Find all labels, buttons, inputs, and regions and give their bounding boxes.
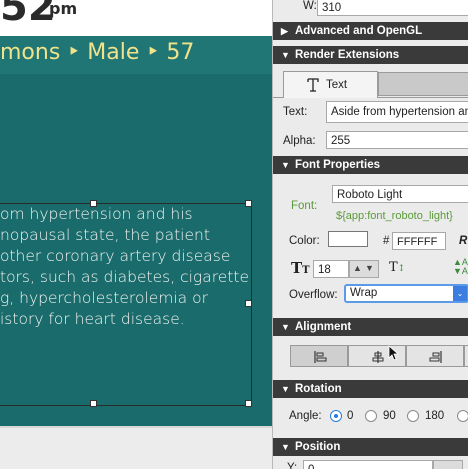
angle-radio-270[interactable]: [457, 410, 468, 422]
align-extra-button[interactable]: [464, 345, 468, 367]
font-select[interactable]: Roboto Light: [332, 185, 468, 203]
section-advanced-opengl[interactable]: ▶ Advanced and OpenGL: [273, 22, 468, 40]
breadcrumb-band: mons ‣ Male ‣ 57: [0, 36, 272, 74]
y-label: Y:: [287, 462, 298, 469]
font-size-icon: TT: [291, 259, 310, 277]
y-field[interactable]: 0: [303, 460, 433, 469]
angle-radio-90[interactable]: [365, 410, 377, 422]
mouse-cursor-icon: [388, 345, 400, 361]
clock-suffix: pm: [49, 0, 78, 18]
y-stepper[interactable]: [433, 460, 463, 469]
angle-radio-180[interactable]: [407, 410, 419, 422]
font-binding: ${app:font_roboto_light}: [336, 210, 453, 222]
collapse-arrow-icon: ▼: [281, 442, 290, 452]
resize-handle-bottom[interactable]: [90, 400, 97, 407]
section-title: Alignment: [295, 321, 352, 333]
overflow-value: Wrap: [350, 287, 378, 299]
section-title: Font Properties: [295, 159, 380, 171]
align-center-icon: [372, 351, 384, 363]
overflow-select[interactable]: Wrap ⌄: [344, 284, 468, 303]
alpha-label: Alpha:: [283, 135, 316, 147]
section-font-properties[interactable]: ▼ Font Properties: [273, 156, 468, 174]
align-left-icon: [314, 351, 327, 363]
font-size-field[interactable]: 18: [313, 260, 349, 278]
extension-tabs: Text: [273, 70, 468, 98]
width-field[interactable]: 310: [317, 0, 468, 16]
font-label: Font:: [291, 200, 318, 212]
width-label: W:: [303, 0, 317, 12]
text-style-icon[interactable]: T↕: [389, 260, 405, 275]
angle-label: Angle:: [289, 410, 322, 422]
angle-radio-0[interactable]: [330, 410, 342, 422]
color-hex-field[interactable]: FFFFFF: [392, 232, 446, 250]
collapse-arrow-icon: ▼: [281, 50, 290, 60]
collapse-arrow-icon: ▼: [281, 160, 290, 170]
case-icon[interactable]: ▲A ▼A: [453, 258, 468, 276]
color-label: Color:: [289, 235, 320, 247]
reset-color-label[interactable]: R: [459, 235, 467, 247]
font-size-stepper[interactable]: ▲ ▼: [349, 260, 379, 278]
section-rotation[interactable]: ▼ Rotation: [273, 380, 468, 398]
collapse-arrow-icon: ▼: [281, 322, 290, 332]
text-value-field[interactable]: Aside from hypertension and: [326, 101, 468, 123]
tab-text[interactable]: Text: [283, 71, 378, 98]
section-title: Advanced and OpenGL: [295, 25, 423, 37]
align-left-button[interactable]: [290, 345, 348, 367]
section-title: Position: [295, 441, 341, 453]
inspector-panel: W: 310 ▶ Advanced and OpenGL ▼ Render Ex…: [272, 0, 468, 469]
resize-handle-right[interactable]: [245, 300, 252, 307]
section-render-extensions[interactable]: ▼ Render Extensions: [273, 46, 468, 64]
increment-icon[interactable]: ▼: [365, 263, 374, 273]
alpha-field[interactable]: 255: [326, 131, 468, 149]
dropdown-arrow-icon[interactable]: ⌄: [453, 286, 467, 301]
breadcrumb: mons ‣ Male ‣ 57: [0, 40, 195, 65]
collapse-arrow-icon: ▼: [281, 384, 290, 394]
resize-handle-top[interactable]: [90, 200, 97, 207]
align-right-icon: [429, 351, 442, 363]
angle-option-180: 180: [425, 410, 445, 422]
resize-handle-top-right[interactable]: [245, 200, 252, 207]
resize-handle-bottom-right[interactable]: [245, 400, 252, 407]
tab-text-label: Text: [326, 79, 348, 91]
hash-label: #: [383, 235, 390, 247]
text-tool-icon: [307, 78, 319, 92]
angle-option-90: 90: [383, 410, 396, 422]
section-title: Render Extensions: [295, 49, 400, 61]
text-label: Text:: [283, 106, 308, 118]
decrement-icon[interactable]: ▲: [353, 263, 362, 273]
section-title: Rotation: [295, 383, 342, 395]
align-right-button[interactable]: [406, 345, 464, 367]
design-canvas[interactable]: 52 pm mons ‣ Male ‣ 57 om hypertension a…: [0, 0, 272, 469]
selection-box: [0, 203, 252, 406]
section-position[interactable]: ▼ Position: [273, 438, 468, 456]
tab-empty[interactable]: [378, 72, 468, 96]
clock-time: 52: [0, 0, 56, 30]
expand-arrow-icon: ▶: [281, 26, 288, 36]
canvas-bottom-strip: [0, 426, 272, 469]
overflow-label: Overflow:: [289, 289, 338, 301]
angle-option-0: 0: [347, 410, 354, 422]
section-alignment[interactable]: ▼ Alignment: [273, 318, 468, 336]
color-swatch[interactable]: [328, 231, 368, 247]
